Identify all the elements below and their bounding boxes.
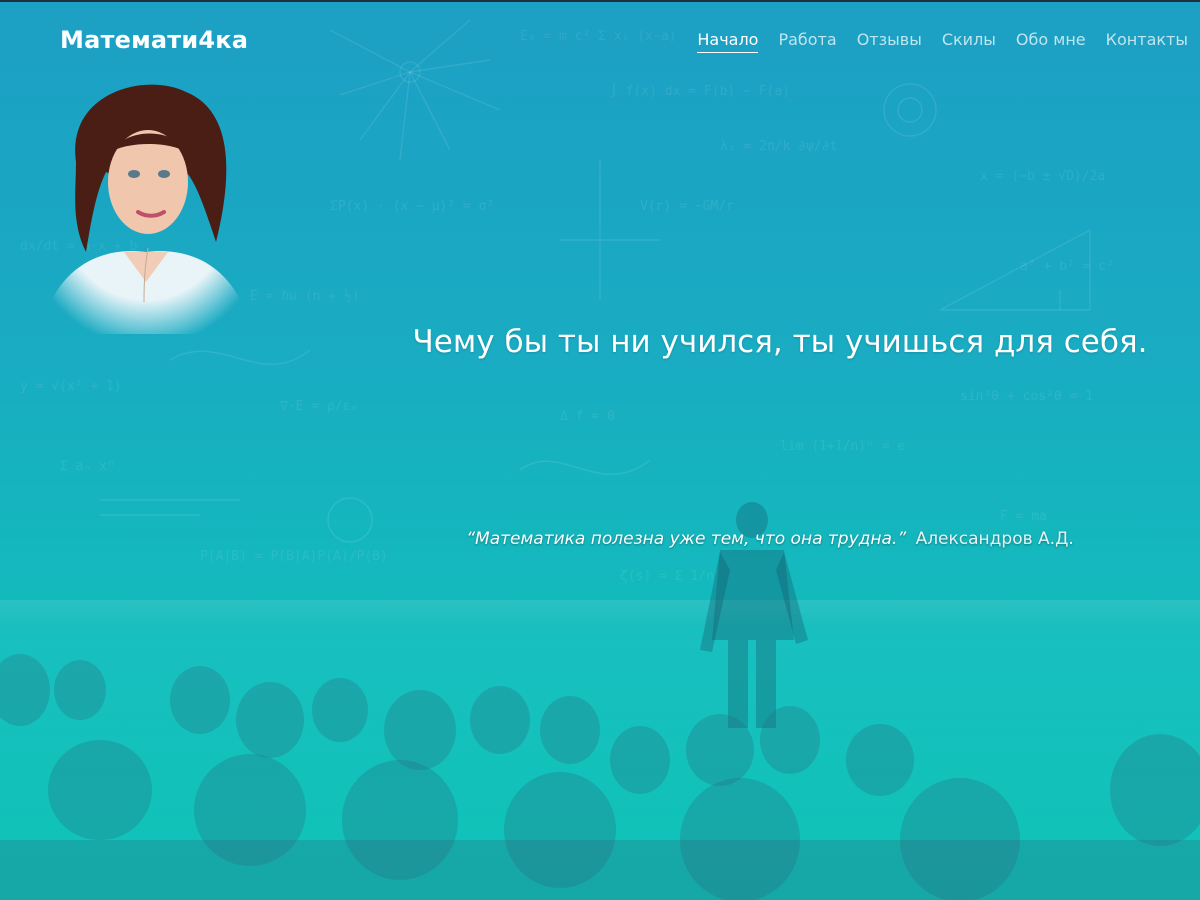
svg-text:a² + b² = c²: a² + b² = c² [1020, 259, 1114, 274]
svg-text:∇·E = ρ/ε₀: ∇·E = ρ/ε₀ [279, 399, 358, 414]
svg-text:Δ f = 0: Δ f = 0 [560, 409, 615, 424]
nav-link-reviews[interactable]: Отзывы [857, 30, 922, 53]
svg-text:V(r) = −GM/r: V(r) = −GM/r [640, 199, 734, 214]
svg-text:Σ aₙ xⁿ: Σ aₙ xⁿ [60, 459, 115, 474]
nav-link-home[interactable]: Начало [697, 30, 759, 53]
svg-text:∫ f(x) dx = F(b) − F(a): ∫ f(x) dx = F(b) − F(a) [610, 83, 790, 99]
svg-text:E = ℏω (n + ½): E = ℏω (n + ½) [250, 289, 360, 304]
nav-link-skills[interactable]: Скилы [942, 30, 996, 53]
board-ledge [0, 600, 1200, 628]
svg-text:λ₁ = 2π/k ∂ψ/∂t: λ₁ = 2π/k ∂ψ/∂t [720, 139, 837, 154]
hero-quote: “Математика полезна уже тем, что она тру… [380, 529, 1160, 549]
svg-text:F = ma: F = ma [1000, 509, 1047, 524]
svg-text:P(A|B) = P(B|A)P(A)/P(B): P(A|B) = P(B|A)P(A)/P(B) [200, 549, 388, 564]
hero-section: E₀ = m c² Σ xᵢ (x−a) ∫ f(x) dx = F(b) − … [0, 0, 1200, 900]
site-logo[interactable]: Математи4ка [60, 26, 248, 54]
svg-text:lim (1+1/n)ⁿ = e: lim (1+1/n)ⁿ = e [780, 439, 905, 454]
svg-text:x = (−b ± √D)/2a: x = (−b ± √D)/2a [980, 169, 1105, 184]
quote-author: Александров А.Д. [915, 529, 1074, 549]
nav-link-about[interactable]: Обо мне [1016, 30, 1086, 53]
hero-tagline: Чему бы ты ни учился, ты учишься для себ… [412, 324, 1148, 360]
svg-text:y = √(x² + 1): y = √(x² + 1) [20, 379, 122, 394]
nav-link-contacts[interactable]: Контакты [1106, 30, 1188, 53]
svg-text:sin²θ + cos²θ = 1: sin²θ + cos²θ = 1 [960, 389, 1093, 404]
teacher-portrait [46, 84, 246, 334]
svg-text:E₀ = m c² Σ xᵢ (x−a): E₀ = m c² Σ xᵢ (x−a) [520, 29, 677, 44]
quote-text: “Математика полезна уже тем, что она тру… [466, 529, 907, 549]
main-nav: Начало Работа Отзывы Скилы Обо мне Конта… [697, 30, 1188, 53]
audience-silhouettes [0, 654, 1200, 900]
svg-text:ΣP(x) · (x − μ)² = σ²: ΣP(x) · (x − μ)² = σ² [330, 199, 494, 214]
nav-link-work[interactable]: Работа [778, 30, 836, 53]
